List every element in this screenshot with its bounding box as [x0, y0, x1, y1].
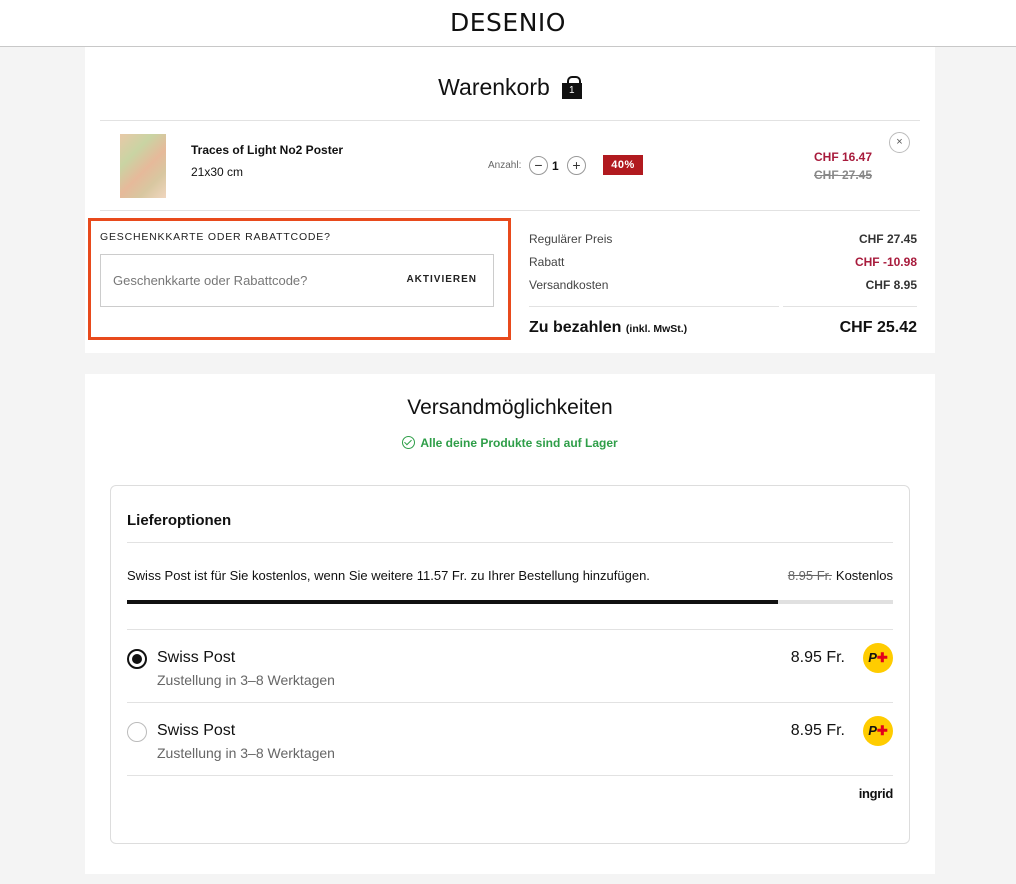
- cart-heading: Warenkorb 1: [85, 74, 935, 101]
- divider: [100, 120, 920, 121]
- ingrid-logo: ingrid: [858, 786, 894, 801]
- close-icon: ×: [896, 136, 903, 148]
- gift-card-input[interactable]: [101, 255, 401, 306]
- delivery-options-title: Lieferoptionen: [127, 512, 232, 529]
- stock-status: Alle deine Produkte sind auf Lager: [85, 436, 935, 450]
- shipping-option-delivery-time: Zustellung in 3–8 Werktagen: [157, 745, 335, 761]
- delivery-options-box: Lieferoptionen Swiss Post ist für Sie ko…: [110, 485, 910, 844]
- shipping-title: Versandmöglichkeiten: [407, 396, 613, 419]
- product-image[interactable]: [120, 134, 166, 198]
- check-circle-icon: [402, 436, 416, 449]
- shipping-cost-value: CHF 8.95: [865, 278, 917, 292]
- discount-badge: 40%: [603, 155, 643, 175]
- divider: [127, 775, 893, 776]
- desenio-logo[interactable]: DESENIO: [0, 8, 1016, 37]
- shopping-bag-icon: 1: [561, 75, 582, 99]
- total-value: CHF 25.42: [839, 319, 917, 336]
- shipping-option-swiss-post-1[interactable]: Swiss Post Zustellung in 3–8 Werktagen 8…: [127, 629, 893, 702]
- divider: [100, 210, 920, 211]
- cart-title: Warenkorb: [438, 74, 550, 100]
- item-original-price: CHF 27.45: [814, 168, 873, 182]
- free-shipping-progress-fill: [127, 600, 779, 604]
- divider: [127, 542, 893, 543]
- gift-card-label: GESCHENKKARTE ODER RABATTCODE?: [100, 231, 331, 243]
- shipping-option-radio[interactable]: [127, 722, 147, 742]
- swiss-post-logo-icon: P✚: [863, 716, 893, 746]
- decrease-quantity-button[interactable]: −: [529, 156, 548, 175]
- product-name[interactable]: Traces of Light No2 Poster: [191, 143, 343, 157]
- gift-card-section: GESCHENKKARTE ODER RABATTCODE? AKTIVIERE…: [88, 218, 511, 340]
- free-shipping-old-price: 8.95 Fr.: [787, 568, 832, 583]
- remove-item-button[interactable]: ×: [889, 132, 910, 153]
- shipping-option-name: Swiss Post: [157, 722, 236, 739]
- free-shipping-label: Kostenlos: [835, 568, 893, 583]
- shipping-cost-label: Versandkosten: [529, 278, 609, 292]
- shipping-option-swiss-post-2[interactable]: Swiss Post Zustellung in 3–8 Werktagen 8…: [127, 702, 893, 775]
- stock-message: Alle deine Produkte sind auf Lager: [420, 436, 618, 450]
- free-shipping-progress: [127, 600, 893, 604]
- shipping-option-price: 8.95 Fr.: [790, 649, 845, 666]
- discount-label: Rabatt: [529, 255, 565, 269]
- free-shipping-message: Swiss Post ist für Sie kostenlos, wenn S…: [127, 568, 650, 583]
- shipping-option-radio[interactable]: [127, 649, 147, 669]
- total-label: Zu bezahlen: [529, 319, 622, 336]
- regular-price-label: Regulärer Preis: [529, 232, 613, 246]
- summary-shipping-row: Versandkosten CHF 8.95: [529, 278, 917, 292]
- shipping-option-delivery-time: Zustellung in 3–8 Werktagen: [157, 672, 335, 688]
- cart-card: Warenkorb 1 Traces of Light No2 Poster 2…: [85, 47, 935, 353]
- gift-card-field: AKTIVIEREN: [100, 254, 494, 307]
- summary-regular-row: Regulärer Preis CHF 27.45: [529, 232, 917, 246]
- item-sale-price: CHF 16.47: [814, 150, 873, 164]
- shipping-option-price: 8.95 Fr.: [790, 722, 845, 739]
- site-header: DESENIO: [0, 0, 1016, 47]
- summary-discount-row: Rabatt CHF -10.98: [529, 255, 917, 269]
- free-shipping-price: 8.95 Fr. Kostenlos: [788, 568, 893, 583]
- increase-quantity-button[interactable]: +: [567, 156, 586, 175]
- total-tax-note: (inkl. MwSt.): [625, 323, 688, 335]
- bag-count: 1: [569, 84, 575, 96]
- product-size: 21x30 cm: [191, 165, 244, 179]
- divider: [529, 306, 779, 307]
- regular-price-value: CHF 27.45: [858, 232, 917, 246]
- quantity-label: Anzahl:: [488, 160, 522, 171]
- discount-value: CHF -10.98: [854, 255, 917, 269]
- activate-button[interactable]: AKTIVIEREN: [406, 274, 477, 285]
- shipping-card: Versandmöglichkeiten Alle deine Produkte…: [85, 374, 935, 874]
- swiss-post-logo-icon: P✚: [863, 643, 893, 673]
- divider: [783, 306, 917, 307]
- shipping-option-name: Swiss Post: [157, 649, 236, 666]
- quantity-value: 1: [552, 159, 559, 173]
- summary-total-row: Zu bezahlen (inkl. MwSt.) CHF 25.42: [529, 319, 917, 337]
